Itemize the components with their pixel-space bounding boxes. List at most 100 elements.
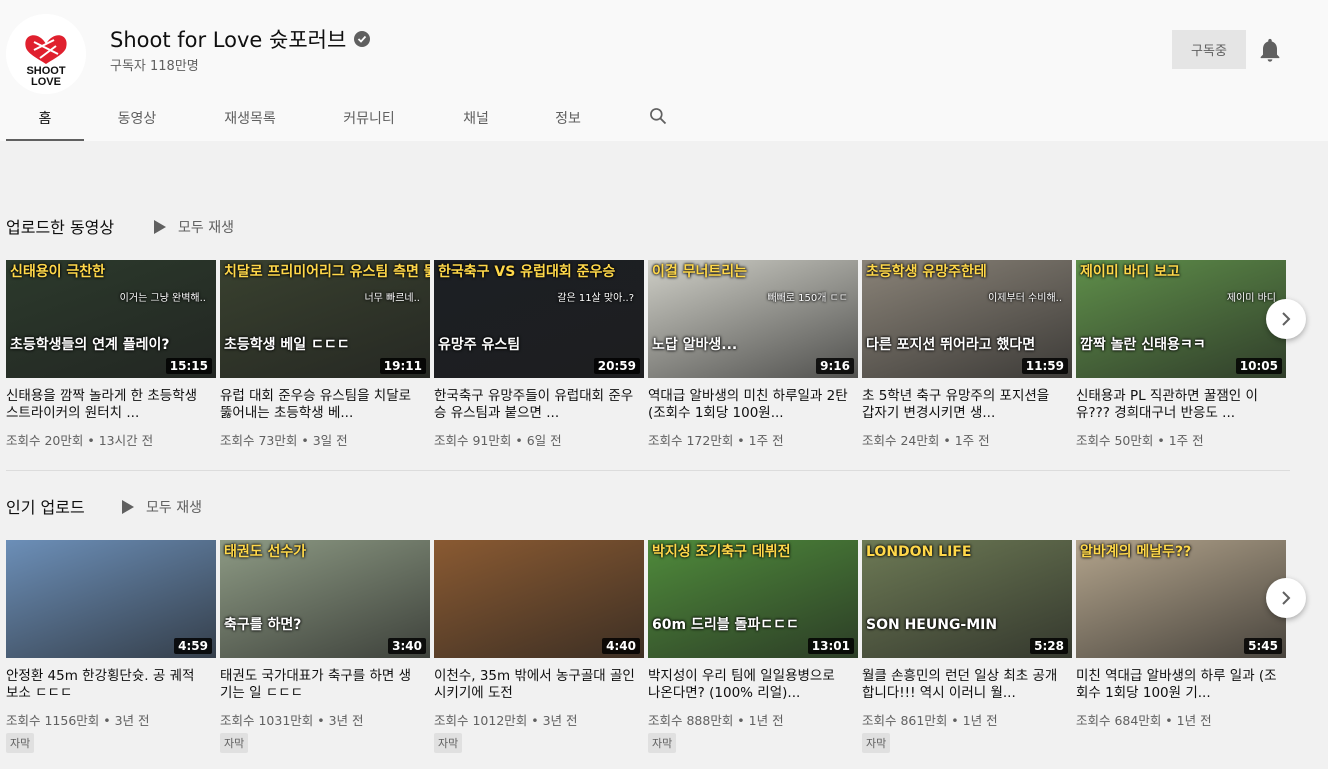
thumbnail-subheadline: 노답 알바생...: [652, 337, 738, 353]
video-title[interactable]: 안정환 45m 한강횡단슛. 공 궤적 보소 ㄷㄷㄷ: [6, 668, 216, 702]
section-divider: [6, 470, 1290, 471]
video-row-popular: 4:59 안정환 45m 한강횡단슛. 공 궤적 보소 ㄷㄷㄷ 조회수 1156만회…: [6, 540, 1296, 753]
caption-badge: 자막: [434, 733, 463, 753]
video-meta: 조회수 73만회 • 3일 전: [220, 433, 348, 448]
chevron-right-icon[interactable]: [1266, 299, 1306, 339]
thumbnail-subheadline: SON HEUNG-MIN: [866, 617, 998, 633]
video-duration: 9:16: [816, 358, 854, 374]
caption-badge: 자막: [220, 733, 249, 753]
thumbnail-subheadline: 60m 드리블 돌파ㄷㄷㄷ: [652, 617, 799, 633]
video-title[interactable]: 한국축구 유망주들이 유럽대회 준우승 유스팀과 붙으면 ...: [434, 388, 644, 422]
video-thumbnail[interactable]: 이제부터 수비해.. 초등학생 유망주한테 다른 포지션 뛰어라고 했다면 11:59: [862, 260, 1072, 378]
play-icon: [154, 220, 166, 234]
tab-videos[interactable]: 동영상: [98, 96, 176, 141]
subscribed-button[interactable]: 구독중: [1172, 30, 1246, 69]
video-duration: 5:28: [1030, 638, 1068, 654]
caption-badge: 자막: [648, 733, 677, 753]
video-card[interactable]: 갈은 11살 맞아..? 한국축구 VS 유럽대회 준우승 유망주 유스팀 20:59…: [434, 260, 644, 449]
video-meta: 조회수 1012만회 • 3년 전: [434, 713, 578, 728]
video-title[interactable]: 태권도 국가대표가 축구를 하면 생기는 일 ㄷㄷㄷ: [220, 668, 430, 702]
thumbnail-headline: 이걸 무너트리는: [652, 264, 748, 280]
video-meta: 조회수 91만회 • 6일 전: [434, 433, 562, 448]
video-title[interactable]: 박지성이 우리 팀에 일일용병으로 나온다면? (100% 리얼)...: [648, 668, 858, 702]
channel-logo: SHOOT LOVE: [6, 14, 86, 94]
video-title[interactable]: 유럽 대회 준우승 유스팀을 치달로 뚫어내는 초등학생 베...: [220, 388, 430, 422]
thumbnail-caption: 너무 빠르네..: [364, 293, 420, 304]
video-duration: 13:01: [807, 638, 854, 654]
video-card[interactable]: 너무 빠르네.. 치달로 프리미어리그 유스팀 측면 뚫는 초등학생 베일 ㄷㄷㄷ 1…: [220, 260, 430, 449]
video-thumbnail[interactable]: 너무 빠르네.. 치달로 프리미어리그 유스팀 측면 뚫는 초등학생 베일 ㄷㄷㄷ 1…: [220, 260, 430, 378]
video-meta: 조회수 1156만회 • 3년 전: [6, 713, 150, 728]
svg-text:LOVE: LOVE: [31, 76, 61, 88]
video-thumbnail[interactable]: 제이미 바디 제이미 바디 보고깜짝 놀란 신태용ㅋㅋ 10:05: [1076, 260, 1286, 378]
video-duration: 10:05: [1235, 358, 1282, 374]
video-thumbnail[interactable]: 갈은 11살 맞아..? 한국축구 VS 유럽대회 준우승 유망주 유스팀 20:59: [434, 260, 644, 378]
video-duration: 4:40: [602, 638, 640, 654]
video-duration: 20:59: [593, 358, 640, 374]
video-thumbnail[interactable]: 알바계의 메날두?? 5:45: [1076, 540, 1286, 658]
video-duration: 4:59: [174, 638, 212, 654]
thumbnail-headline: 태권도 선수가: [224, 544, 307, 560]
video-duration: 5:45: [1244, 638, 1282, 654]
video-title[interactable]: 신태용을 깜짝 놀라게 한 초등학생 스트라이커의 원터치 ...: [6, 388, 216, 422]
video-title[interactable]: 초 5학년 축구 유망주의 포지션을 갑자기 변경시키면 생...: [862, 388, 1072, 422]
thumbnail-headline: 치달로 프리미어리그 유스팀 측면 뚫는: [224, 264, 430, 280]
play-all-popular[interactable]: 모두 재생: [122, 497, 202, 517]
caption-badge: 자막: [862, 733, 891, 753]
tab-playlists[interactable]: 재생목록: [208, 96, 292, 141]
play-icon: [122, 500, 134, 514]
video-card[interactable]: 태권도 선수가 축구를 하면? 3:40 태권도 국가대표가 축구를 하면 생기는 일…: [220, 540, 430, 753]
thumbnail-headline: 알바계의 메날두??: [1080, 544, 1192, 560]
video-thumbnail[interactable]: 이거는 그냥 완벽해.. 신태용이 극찬한 초등학생들의 연계 플레이? 15:15: [6, 260, 216, 378]
channel-avatar[interactable]: SHOOT LOVE: [6, 14, 86, 94]
thumbnail-subheadline: 유망주 유스팀: [438, 337, 521, 353]
video-title[interactable]: 미친 역대급 알바생의 하루 일과 (조회수 1회당 100원 기...: [1076, 668, 1286, 702]
thumbnail-headline: 한국축구 VS 유럽대회 준우승: [438, 264, 616, 280]
thumbnail-subheadline: 초등학생들의 연계 플레이?: [10, 337, 170, 353]
chevron-right-icon[interactable]: [1266, 578, 1306, 618]
play-all-uploads[interactable]: 모두 재생: [154, 217, 234, 237]
video-card[interactable]: 제이미 바디 제이미 바디 보고깜짝 놀란 신태용ㅋㅋ 10:05 신태용과 PL 직…: [1076, 260, 1286, 449]
tab-about[interactable]: 정보: [540, 96, 596, 141]
tab-home[interactable]: 홈: [6, 96, 84, 141]
video-meta: 조회수 684만회 • 1년 전: [1076, 713, 1212, 728]
video-card[interactable]: 이거는 그냥 완벽해.. 신태용이 극찬한 초등학생들의 연계 플레이? 15:15 신…: [6, 260, 216, 449]
video-title[interactable]: 월클 손흥민의 런던 일상 최초 공개합니다!!! 역시 이러니 월...: [862, 668, 1072, 702]
thumbnail-headline: 신태용이 극찬한: [10, 264, 106, 280]
video-title[interactable]: 역대급 알바생의 미친 하루일과 2탄 (조회수 1회당 100원...: [648, 388, 858, 422]
video-thumbnail[interactable]: LONDON LIFE SON HEUNG-MIN 5:28: [862, 540, 1072, 658]
verified-icon: [354, 31, 371, 47]
thumbnail-headline: 제이미 바디 보고: [1080, 264, 1180, 280]
video-duration: 11:59: [1021, 358, 1068, 374]
video-card[interactable]: 이제부터 수비해.. 초등학생 유망주한테 다른 포지션 뛰어라고 했다면 11:59…: [862, 260, 1072, 449]
video-card[interactable]: 박지성 조기축구 데뷔전 60m 드리블 돌파ㄷㄷㄷ 13:01 박지성이 우리 팀에…: [648, 540, 858, 753]
video-meta: 조회수 24만회 • 1주 전: [862, 433, 990, 448]
thumbnail-caption: 제이미 바디: [1226, 293, 1276, 304]
video-card[interactable]: 빼빼로 150개 ㄷㄷ 이걸 무너트리는 노답 알바생... 9:16 역대급 알바생의…: [648, 260, 858, 449]
play-all-label: 모두 재생: [146, 500, 202, 516]
subscriber-count: 구독자 118만명: [110, 59, 199, 74]
video-meta: 조회수 1031만회 • 3년 전: [220, 713, 364, 728]
video-thumbnail[interactable]: 태권도 선수가 축구를 하면? 3:40: [220, 540, 430, 658]
caption-badge: 자막: [6, 733, 35, 753]
video-thumbnail[interactable]: 4:40: [434, 540, 644, 658]
channel-name-text: Shoot for Love 슛포러브: [110, 28, 347, 52]
video-thumbnail[interactable]: 4:59: [6, 540, 216, 658]
video-card[interactable]: 알바계의 메날두?? 5:45 미친 역대급 알바생의 하루 일과 (조회수 1회당…: [1076, 540, 1286, 729]
tab-channels[interactable]: 채널: [448, 96, 504, 141]
tab-community[interactable]: 커뮤니티: [326, 96, 412, 141]
video-card[interactable]: 4:40 이천수, 35m 밖에서 농구골대 골인시키기에 도전조회수 1012만…: [434, 540, 644, 753]
video-card[interactable]: LONDON LIFE SON HEUNG-MIN 5:28 월클 손흥민의 런던 일…: [862, 540, 1072, 753]
thumbnail-subheadline: 깜짝 놀란 신태용ㅋㅋ: [1080, 337, 1206, 353]
video-card[interactable]: 4:59 안정환 45m 한강횡단슛. 공 궤적 보소 ㄷㄷㄷ 조회수 1156만회…: [6, 540, 216, 753]
video-duration: 3:40: [388, 638, 426, 654]
video-thumbnail[interactable]: 빼빼로 150개 ㄷㄷ 이걸 무너트리는 노답 알바생... 9:16: [648, 260, 858, 378]
thumbnail-caption: 이제부터 수비해..: [988, 293, 1062, 304]
thumbnail-caption: 이거는 그냥 완벽해..: [119, 293, 206, 304]
bell-icon[interactable]: [1256, 36, 1284, 64]
video-title[interactable]: 신태용과 PL 직관하면 꿀잼인 이유??? 경희대구너 반응도 ...: [1076, 388, 1286, 422]
search-icon[interactable]: [648, 106, 668, 126]
video-title[interactable]: 이천수, 35m 밖에서 농구골대 골인시키기에 도전: [434, 668, 644, 702]
video-thumbnail[interactable]: 박지성 조기축구 데뷔전 60m 드리블 돌파ㄷㄷㄷ 13:01: [648, 540, 858, 658]
section-title-popular: 인기 업로드: [6, 498, 85, 517]
